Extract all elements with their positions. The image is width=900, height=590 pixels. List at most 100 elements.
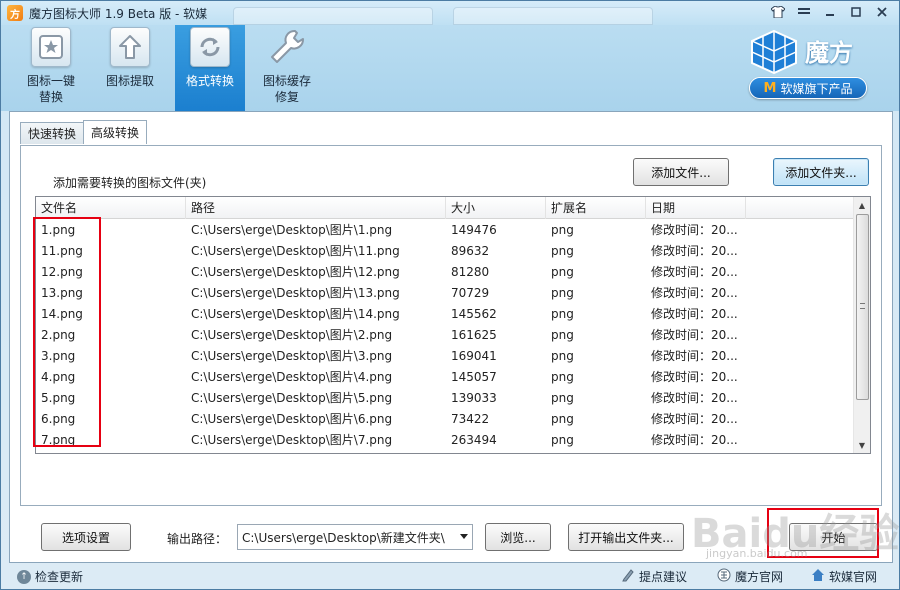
cell-size: 145562 xyxy=(451,307,497,321)
brand-badge[interactable]: M 软媒旗下产品 xyxy=(749,77,867,99)
options-button[interactable]: 选项设置 xyxy=(41,523,131,551)
title-bar: 方 魔方图标大师 1.9 Beta 版 - 软媒 xyxy=(1,1,899,25)
check-update-link[interactable]: ↑ 检查更新 xyxy=(17,568,83,585)
highlight-filename-column xyxy=(33,217,101,447)
minimize-icon[interactable] xyxy=(819,3,841,21)
column-header-path[interactable]: 路径 xyxy=(186,197,446,219)
main-panel: 快速转换 高级转换 添加需要转换的图标文件(夹) 添加文件... 添加文件夹..… xyxy=(9,111,893,563)
cell-date: 修改时间：20... xyxy=(651,223,738,237)
menu-icon[interactable] xyxy=(793,3,815,21)
tab-quick-convert[interactable]: 快速转换 xyxy=(20,122,85,144)
table-row[interactable]: 3.png C:\Users\erge\Desktop\图片\3.png 16904… xyxy=(36,346,854,367)
add-files-hint: 添加需要转换的图标文件(夹) xyxy=(53,176,207,190)
cell-ext: png xyxy=(551,370,574,384)
refresh-icon xyxy=(190,27,230,67)
app-logo-icon: 方 xyxy=(7,5,23,21)
add-folder-button[interactable]: 添加文件夹... xyxy=(773,158,869,186)
browse-button[interactable]: 浏览... xyxy=(485,523,551,551)
cell-size: 73422 xyxy=(451,412,490,426)
table-row[interactable]: 13.png C:\Users\erge\Desktop\图片\13.png 707… xyxy=(36,283,854,304)
check-update-label: 检查更新 xyxy=(35,570,84,584)
table-body: 1.png C:\Users\erge\Desktop\图片\1.png 14947… xyxy=(36,220,854,451)
mofang-site-label: 魔方官网 xyxy=(735,570,784,584)
cell-size: 161625 xyxy=(451,328,497,342)
status-bar: ↑ 检查更新 提点建议 魔方官网 软媒官网 xyxy=(1,564,899,589)
cell-path: C:\Users\erge\Desktop\图片\3.png xyxy=(191,349,393,363)
cell-ext: png xyxy=(551,412,574,426)
pencil-icon xyxy=(621,568,635,585)
table-row[interactable]: 6.png C:\Users\erge\Desktop\图片\6.png 73422… xyxy=(36,409,854,430)
cell-ext: png xyxy=(551,244,574,258)
brand-name: 魔方 xyxy=(805,39,853,67)
suggest-link[interactable]: 提点建议 xyxy=(621,568,687,585)
cell-size: 169041 xyxy=(451,349,497,363)
column-header-size[interactable]: 大小 xyxy=(446,197,546,219)
arrow-up-icon xyxy=(110,27,150,67)
window-controls xyxy=(767,3,893,21)
cell-ext: png xyxy=(551,433,574,447)
scroll-thumb[interactable] xyxy=(856,214,869,400)
cell-date: 修改时间：20... xyxy=(651,328,738,342)
table-row[interactable]: 11.png C:\Users\erge\Desktop\图片\11.png 896… xyxy=(36,241,854,262)
cell-size: 145057 xyxy=(451,370,497,384)
tab-advanced-convert[interactable]: 高级转换 xyxy=(83,120,148,144)
wrench-icon xyxy=(267,27,307,67)
cell-ext: png xyxy=(551,286,574,300)
background-tab xyxy=(453,7,653,25)
cell-path: C:\Users\erge\Desktop\图片\6.png xyxy=(191,412,393,426)
close-icon[interactable] xyxy=(871,3,893,21)
cell-size: 139033 xyxy=(451,391,497,405)
app-window: 方 魔方图标大师 1.9 Beta 版 - 软媒 图标一键 替换 图标提取 格式… xyxy=(0,0,900,590)
column-header-ext[interactable]: 扩展名 xyxy=(546,197,646,219)
brand-badge-mark: M xyxy=(763,80,777,96)
cell-date: 修改时间：20... xyxy=(651,391,738,405)
advanced-convert-pane: 添加需要转换的图标文件(夹) 添加文件... 添加文件夹... 文件名 路径 大… xyxy=(20,145,882,506)
cell-path: C:\Users\erge\Desktop\图片\7.png xyxy=(191,433,393,447)
grip-icon xyxy=(860,303,865,309)
open-output-folder-button[interactable]: 打开输出文件夹... xyxy=(568,523,684,551)
table-row[interactable]: 12.png C:\Users\erge\Desktop\图片\12.png 812… xyxy=(36,262,854,283)
cell-path: C:\Users\erge\Desktop\图片\12.png xyxy=(191,265,400,279)
table-row[interactable]: 4.png C:\Users\erge\Desktop\图片\4.png 14505… xyxy=(36,367,854,388)
arrow-up-circle-icon: ↑ xyxy=(17,569,31,584)
cell-path: C:\Users\erge\Desktop\图片\1.png xyxy=(191,223,393,237)
window-title: 魔方图标大师 1.9 Beta 版 - 软媒 xyxy=(29,6,208,21)
ruanmei-site-link[interactable]: 软媒官网 xyxy=(811,568,877,585)
maximize-icon[interactable] xyxy=(845,3,867,21)
cell-path: C:\Users\erge\Desktop\图片\14.png xyxy=(191,307,400,321)
output-path-combo[interactable]: C:\Users\erge\Desktop\新建文件夹\ xyxy=(237,524,473,550)
add-file-button[interactable]: 添加文件... xyxy=(633,158,729,186)
vertical-scrollbar[interactable]: ▲ ▼ xyxy=(853,197,870,453)
scroll-down-icon[interactable]: ▼ xyxy=(854,437,870,453)
table-row[interactable]: 7.png C:\Users\erge\Desktop\图片\7.png 26349… xyxy=(36,430,854,451)
table-row[interactable]: 5.png C:\Users\erge\Desktop\图片\5.png 13903… xyxy=(36,388,854,409)
toolbar-icon-replace[interactable]: 图标一键 替换 xyxy=(19,25,83,111)
table-row[interactable]: 1.png C:\Users\erge\Desktop\图片\1.png 14947… xyxy=(36,220,854,241)
table-row[interactable]: 14.png C:\Users\erge\Desktop\图片\14.png 145… xyxy=(36,304,854,325)
mofang-site-link[interactable]: 魔方官网 xyxy=(717,568,783,585)
grid-icon xyxy=(717,568,731,585)
cell-ext: png xyxy=(551,349,574,363)
brand-area: 魔方 M 软媒旗下产品 xyxy=(749,27,869,105)
shirt-icon[interactable] xyxy=(767,3,789,21)
toolbar-format-convert[interactable]: 格式转换 xyxy=(175,25,245,111)
cell-date: 修改时间：20... xyxy=(651,433,738,447)
toolbar-cache-repair[interactable]: 图标缓存 修复 xyxy=(255,25,319,111)
scroll-up-icon[interactable]: ▲ xyxy=(854,197,870,213)
cell-ext: png xyxy=(551,265,574,279)
dropdown-arrow-icon[interactable] xyxy=(460,534,468,539)
background-tab xyxy=(233,7,433,25)
cell-path: C:\Users\erge\Desktop\图片\11.png xyxy=(191,244,400,258)
toolbar-icon-extract[interactable]: 图标提取 xyxy=(98,25,162,111)
brand-badge-label: 软媒旗下产品 xyxy=(780,81,853,96)
cell-ext: png xyxy=(551,328,574,342)
toolbar-label: 图标提取 xyxy=(105,74,154,88)
column-header-date[interactable]: 日期 xyxy=(646,197,746,219)
cell-date: 修改时间：20... xyxy=(651,349,738,363)
cell-size: 70729 xyxy=(451,286,490,300)
cell-path: C:\Users\erge\Desktop\图片\13.png xyxy=(191,286,400,300)
cell-ext: png xyxy=(551,223,574,237)
column-header-blank xyxy=(746,197,854,219)
table-row[interactable]: 2.png C:\Users\erge\Desktop\图片\2.png 16162… xyxy=(36,325,854,346)
column-header-name[interactable]: 文件名 xyxy=(36,197,186,219)
